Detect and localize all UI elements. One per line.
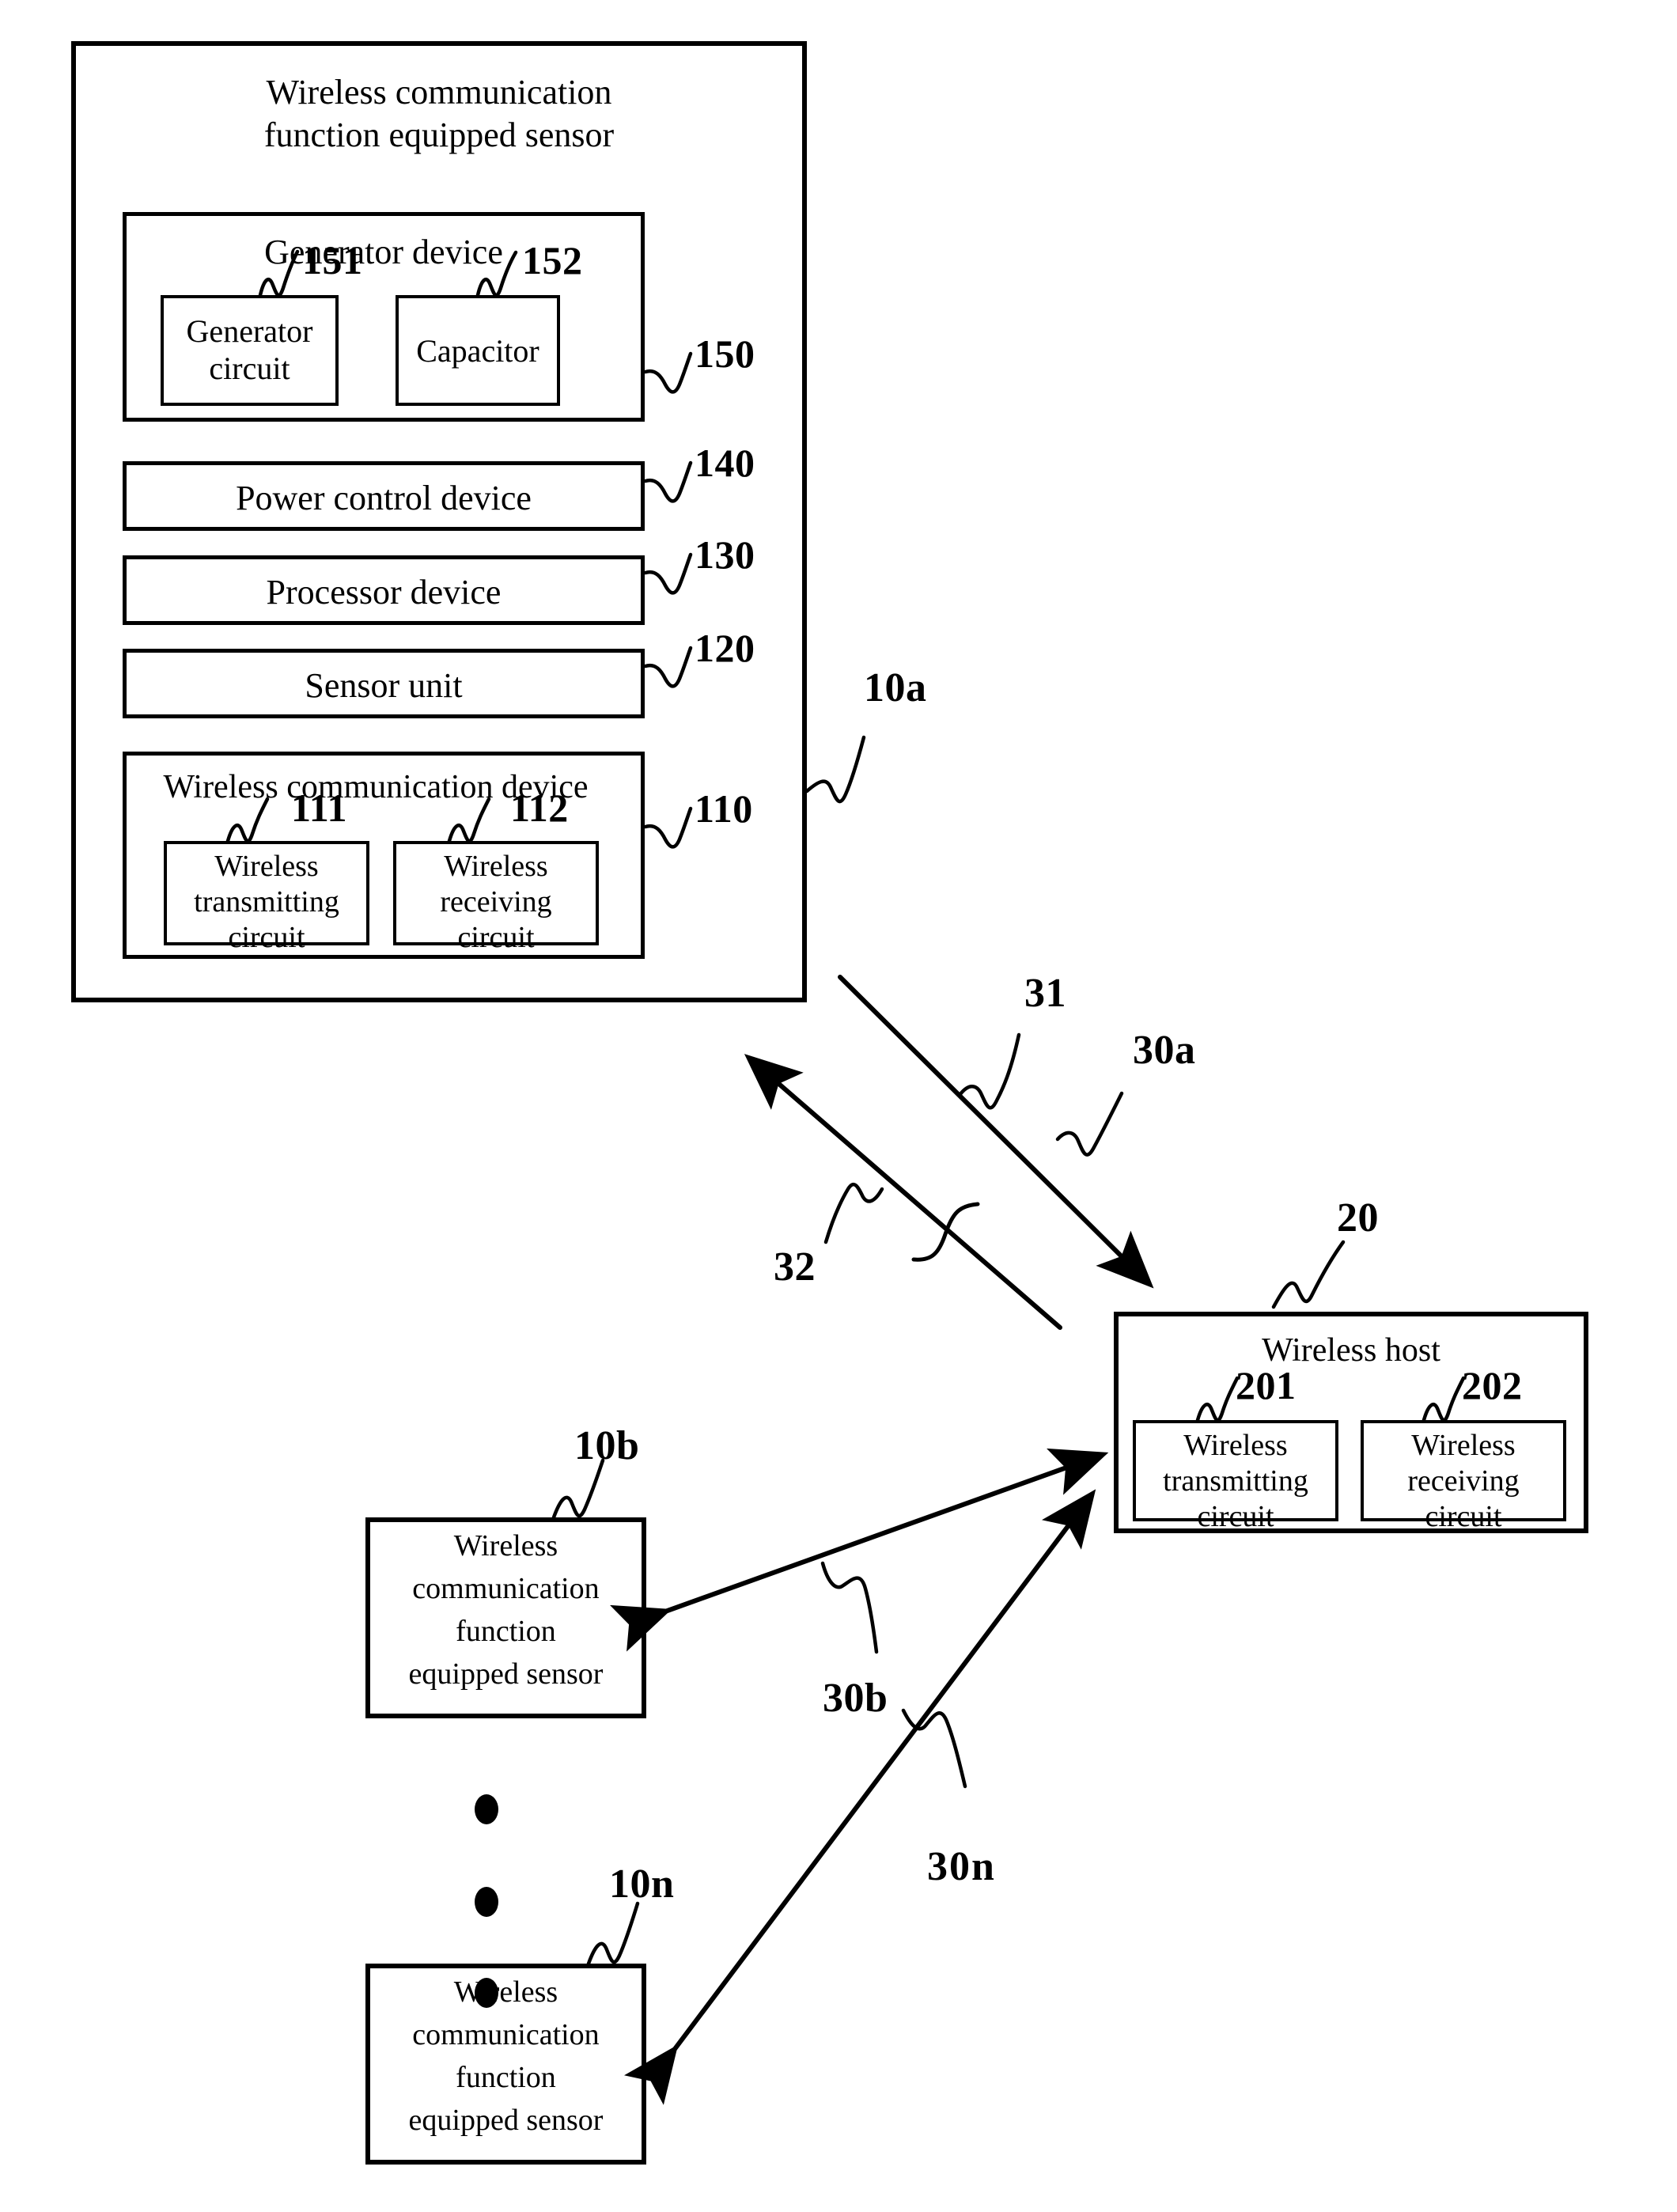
ref-32: 32	[774, 1244, 816, 1290]
ref-10a: 10a	[864, 665, 927, 710]
ref-202: 202	[1462, 1363, 1523, 1407]
wireless-receiving-circuit-112-label: Wireless receiving circuit	[440, 850, 552, 954]
ref-30n: 30n	[927, 1844, 996, 1889]
arrow-30b	[609, 1448, 1109, 1652]
processor-device-label: Processor device	[266, 573, 502, 612]
leader-10a	[804, 735, 866, 804]
ref-111: 111	[291, 786, 347, 830]
ref-10b: 10b	[574, 1423, 640, 1468]
ref-151: 151	[302, 238, 363, 282]
leader-10n	[586, 1901, 640, 1966]
ellipsis-dot-3	[475, 1978, 498, 2008]
power-control-device-label: Power control device	[236, 479, 532, 517]
arrow-30n	[624, 1489, 1096, 2105]
arrow-31	[838, 975, 1154, 1289]
ref-120: 120	[695, 626, 755, 670]
sensor-unit-label: Sensor unit	[305, 666, 463, 705]
sensor-10b-label: Wireless communication function equipped…	[408, 1529, 604, 1691]
sensor-10n-label: Wireless communication function equipped…	[408, 1975, 604, 2137]
leader-32	[823, 1183, 884, 1244]
leader-30n	[901, 1708, 967, 1789]
ellipsis-dot-1	[475, 1794, 498, 1824]
ellipsis-dot-2	[475, 1887, 498, 1917]
ref-30b: 30b	[823, 1676, 888, 1721]
ref-201: 201	[1236, 1363, 1297, 1407]
ref-10n: 10n	[609, 1862, 675, 1907]
ref-112: 112	[510, 786, 569, 830]
ref-140: 140	[695, 441, 755, 485]
wireless-transmitting-circuit-201-label: Wireless transmitting circuit	[1163, 1429, 1308, 1533]
ref-20: 20	[1337, 1195, 1379, 1240]
ref-30a: 30a	[1133, 1028, 1196, 1073]
figure-canvas: Wireless communication function equipped…	[0, 0, 1677, 2212]
leader-30a	[1055, 1091, 1124, 1157]
wireless-receiving-circuit-202-label: Wireless receiving circuit	[1407, 1429, 1520, 1533]
ref-110: 110	[695, 786, 753, 831]
ref-31: 31	[1024, 971, 1066, 1016]
ref-152: 152	[522, 238, 583, 282]
leader-31	[958, 1032, 1021, 1110]
leader-30b	[820, 1561, 879, 1654]
wireless-transmitting-circuit-110-label: Wireless transmitting circuit	[194, 850, 339, 954]
generator-circuit-label: Generator circuit	[186, 313, 313, 387]
capacitor-label: Capacitor	[416, 333, 539, 369]
ref-130: 130	[695, 532, 755, 577]
sensor-10a-title: Wireless communication function equipped…	[263, 73, 615, 154]
brace-30a	[911, 1202, 980, 1262]
leader-20	[1271, 1240, 1346, 1309]
ref-150: 150	[695, 331, 755, 376]
